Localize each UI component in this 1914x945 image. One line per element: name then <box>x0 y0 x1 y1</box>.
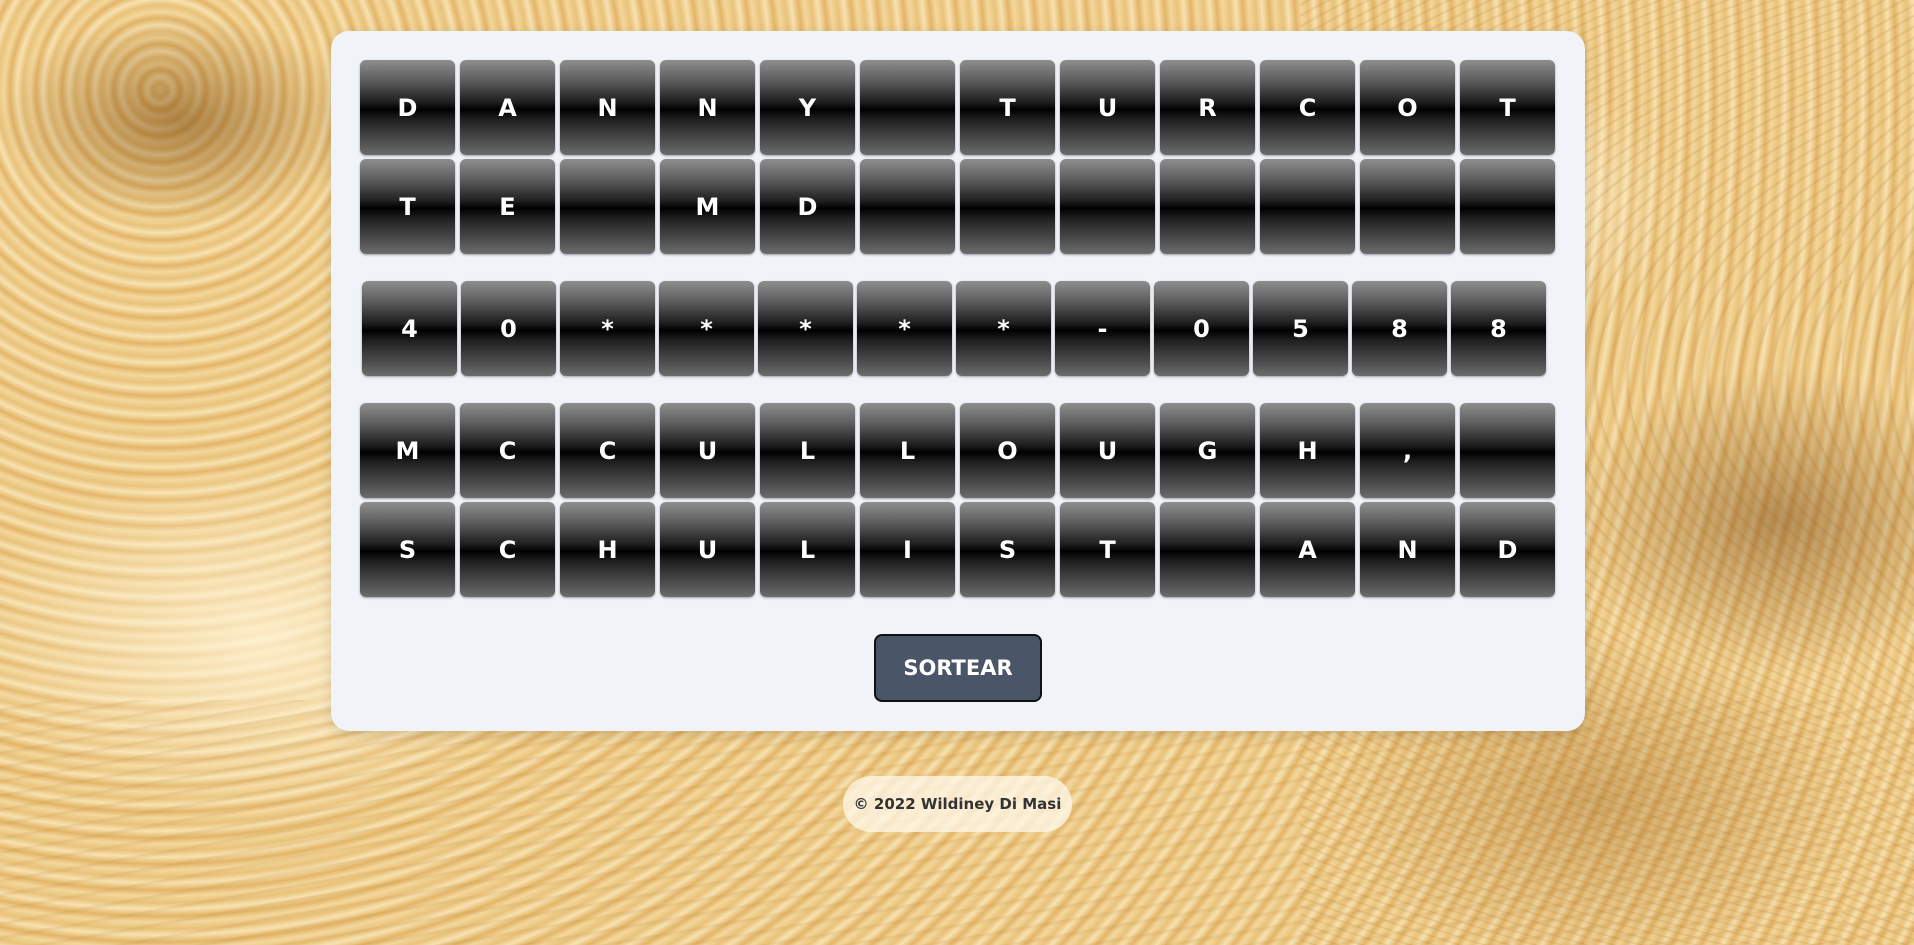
letter-tile <box>1460 159 1555 254</box>
letter-tile: C <box>1260 60 1355 155</box>
digit-tile: 0 <box>1154 281 1249 376</box>
letter-tile: S <box>360 502 455 597</box>
digit-tile: * <box>758 281 853 376</box>
letter-tile <box>1360 159 1455 254</box>
letter-tile: T <box>360 159 455 254</box>
letter-tile: T <box>1060 502 1155 597</box>
letter-tile: D <box>1460 502 1555 597</box>
raffle-card: D A N N Y T U R C O T T E M D 4 0 * * * … <box>331 31 1585 731</box>
letter-tile: L <box>860 403 955 498</box>
digit-tile: * <box>857 281 952 376</box>
letter-tile: N <box>660 60 755 155</box>
letter-tile <box>960 159 1055 254</box>
draw-button[interactable]: SORTEAR <box>874 634 1042 702</box>
letter-tile: U <box>1060 60 1155 155</box>
letter-tile <box>1260 159 1355 254</box>
letter-tile: M <box>660 159 755 254</box>
letter-tile <box>1460 403 1555 498</box>
name-row-2: T E M D <box>360 159 1555 254</box>
letter-tile: A <box>1260 502 1355 597</box>
letter-tile: R <box>1160 60 1255 155</box>
letter-tile: C <box>460 502 555 597</box>
letter-tile <box>1160 159 1255 254</box>
name-row-1: D A N N Y T U R C O T <box>360 60 1555 155</box>
company-row-1: M C C U L L O U G H , <box>360 403 1555 498</box>
letter-tile: N <box>1360 502 1455 597</box>
letter-tile: U <box>660 502 755 597</box>
digit-tile: 8 <box>1451 281 1546 376</box>
letter-tile: M <box>360 403 455 498</box>
digit-tile: 0 <box>461 281 556 376</box>
letter-tile: O <box>960 403 1055 498</box>
letter-tile: D <box>760 159 855 254</box>
letter-tile: A <box>460 60 555 155</box>
letter-tile: U <box>660 403 755 498</box>
digit-tile: 5 <box>1253 281 1348 376</box>
letter-tile: C <box>460 403 555 498</box>
letter-tile <box>1160 502 1255 597</box>
letter-tile: E <box>460 159 555 254</box>
letter-tile: L <box>760 403 855 498</box>
letter-tile: N <box>560 60 655 155</box>
letter-tile: T <box>1460 60 1555 155</box>
letter-tile: , <box>1360 403 1455 498</box>
letter-tile: Y <box>760 60 855 155</box>
company-row-2: S C H U L I S T A N D <box>360 502 1555 597</box>
letter-tile: I <box>860 502 955 597</box>
digit-tile: - <box>1055 281 1150 376</box>
digit-tile: * <box>659 281 754 376</box>
letter-tile <box>560 159 655 254</box>
letter-tile: H <box>560 502 655 597</box>
letter-tile <box>1060 159 1155 254</box>
letter-tile: D <box>360 60 455 155</box>
copyright-footer: © 2022 Wildiney Di Masi <box>843 776 1072 832</box>
digit-tile: 8 <box>1352 281 1447 376</box>
letter-tile <box>860 159 955 254</box>
letter-tile: U <box>1060 403 1155 498</box>
letter-tile: H <box>1260 403 1355 498</box>
letter-tile: S <box>960 502 1055 597</box>
digit-tile: * <box>956 281 1051 376</box>
letter-tile: L <box>760 502 855 597</box>
digit-tile: 4 <box>362 281 457 376</box>
digit-tile: * <box>560 281 655 376</box>
letter-tile: O <box>1360 60 1455 155</box>
letter-tile: C <box>560 403 655 498</box>
document-row: 4 0 * * * * * - 0 5 8 8 <box>362 281 1546 376</box>
letter-tile <box>860 60 955 155</box>
letter-tile: G <box>1160 403 1255 498</box>
letter-tile: T <box>960 60 1055 155</box>
